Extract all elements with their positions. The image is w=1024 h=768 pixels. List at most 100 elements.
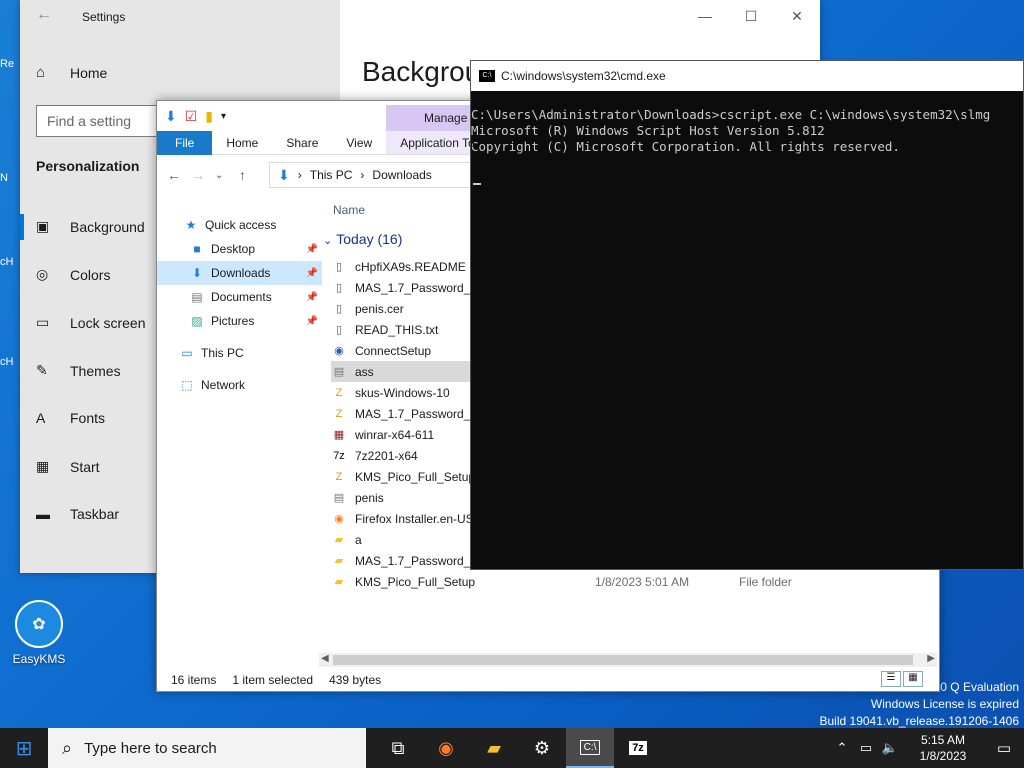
scroll-right-icon[interactable]: ▶ [927,653,935,664]
nav-item-label: Themes [70,362,121,379]
pin-icon: 📌 [305,267,318,279]
desktop-icon-label[interactable]: cH [0,256,20,268]
details-view-icon[interactable]: ☰ [881,671,901,687]
start-button[interactable]: ⊞ [0,728,48,768]
nav-label: Downloads [211,266,271,280]
settings-home-link[interactable]: ⌂ Home [36,64,107,81]
system-tray: ⌃ ▭ 🔈 5:15 AM 1/8/2023 ▭ [830,728,1024,768]
desktop-icon-label[interactable]: N [0,172,20,184]
new-folder-icon[interactable]: ▮ [205,108,213,125]
nav-item-start[interactable]: ▦ Start [36,458,100,475]
nav-item-background[interactable]: ▣ Background [20,214,145,240]
taskbar-7zip[interactable]: 7z [614,728,662,768]
nav-item-colors[interactable]: ◎ Colors [36,266,110,283]
nav-desktop[interactable]: ■ Desktop 📌 [157,237,322,261]
back-arrow-icon[interactable]: ← [36,6,52,24]
tab-home[interactable]: Home [212,131,272,155]
manage-contextual-tab[interactable]: Manage [386,105,476,131]
folder-icon: ▰ [334,555,344,567]
file-name: skus-Windows-10 [355,385,450,400]
network-icon[interactable]: ▭ [854,740,878,756]
window-controls: — ☐ ✕ [682,0,820,32]
taskbar-firefox[interactable]: ◉ [422,728,470,768]
file-name: Firefox Installer.en-US [355,511,474,526]
forward-arrow-icon[interactable]: → [191,167,215,183]
nav-item-fonts[interactable]: A Fonts [36,410,105,426]
file-name: READ_THIS.txt [355,322,439,337]
task-view-button[interactable]: ⧉ [374,728,422,768]
file-row[interactable]: ▰ KMS_Pico_Full_Setup 1/8/2023 5:01 AM File… [331,571,939,592]
console-line: C:\Users\Administrator\Downloads>cscript… [471,107,991,122]
desktop-icon-label[interactable]: cH [0,356,20,368]
certificate-icon: ▯ [335,303,343,315]
taskbar-search-box[interactable]: ⌕ Type here to search [48,728,366,768]
settings-title: Settings [82,10,126,24]
network-icon: ⬚ [181,378,193,392]
horizontal-scrollbar[interactable]: ◀ ▶ [319,653,937,667]
nav-item-themes[interactable]: ✎ Themes [36,362,121,379]
notification-icon[interactable]: ▭ [984,739,1024,757]
scrollbar-thumb[interactable] [333,655,913,665]
close-button[interactable]: ✕ [774,0,820,32]
breadcrumb-item[interactable]: This PC [310,168,353,182]
nav-label: Network [201,378,246,392]
cmd-titlebar[interactable]: C:\ C:\windows\system32\cmd.exe [471,61,1023,91]
up-arrow-icon[interactable]: ↑ [239,167,263,183]
large-icons-view-icon[interactable]: ▦ [903,671,923,687]
image-icon: ▣ [36,218,50,234]
status-selected: 1 item selected [232,673,314,687]
nav-this-pc[interactable]: ▭ This PC [157,341,322,365]
status-bar: 16 items 1 item selected 439 bytes [171,673,397,687]
chevron-down-icon: ⌄ [323,235,333,247]
desktop-icon-label[interactable]: Re [0,58,20,70]
text-file-icon: ▯ [335,282,343,294]
status-item-count: 16 items [171,673,217,687]
taskbar-file-explorer[interactable]: ▰ [470,728,518,768]
file-row[interactable]: ▤ ass [331,361,471,382]
command-prompt-window[interactable]: C:\ C:\windows\system32\cmd.exe C:\Users… [470,60,1024,570]
console-output[interactable]: C:\Users\Administrator\Downloads>cscript… [471,91,1023,155]
nav-quick-access[interactable]: ★ Quick access [157,213,322,237]
group-header[interactable]: ⌄ Today (16) [323,231,402,247]
taskbar-settings[interactable]: ⚙ [518,728,566,768]
nav-network[interactable]: ⬚ Network [157,373,322,397]
download-icon: ⬇ [278,166,290,183]
clock[interactable]: 5:15 AM 1/8/2023 [902,732,984,764]
tab-file[interactable]: File [157,130,213,155]
tab-share[interactable]: Share [272,131,332,155]
nav-item-taskbar[interactable]: ▬ Taskbar [36,506,119,522]
firefox-icon: ◉ [334,513,344,525]
properties-icon[interactable]: ☑ [185,108,198,125]
script-icon: ▤ [333,366,345,378]
scroll-left-icon[interactable]: ◀ [321,653,329,664]
desktop-shortcut-easykms[interactable]: ✿ EasyKMS [8,600,70,666]
nav-item-lock-screen[interactable]: ▭ Lock screen [36,314,145,331]
tab-view[interactable]: View [332,131,386,155]
firefox-icon: ◉ [438,737,454,758]
nav-downloads[interactable]: ⬇ Downloads 📌 [157,261,322,285]
customize-toolbar-icon[interactable]: ▾ [221,111,226,122]
start-icon: ▦ [36,458,50,474]
breadcrumb[interactable]: ⬇ › This PC › Downloads [269,162,489,188]
column-header-name[interactable]: Name [333,203,365,217]
nav-pictures[interactable]: ▨ Pictures 📌 [157,309,322,333]
taskbar-cmd[interactable]: C:\ [566,728,614,768]
breadcrumb-item[interactable]: Downloads [372,168,431,182]
chevron-up-icon[interactable]: ⌃ [830,740,854,756]
maximize-button[interactable]: ☐ [728,0,774,32]
nav-label: Pictures [211,314,255,328]
documents-icon: ▤ [191,290,203,304]
tab-application-tools[interactable]: Application To [386,131,489,155]
setup-icon: ◉ [334,345,344,357]
build-watermark: Build 19041.vb_release.191206-1406 [819,714,1020,728]
nav-documents[interactable]: ▤ Documents 📌 [157,285,322,309]
recent-locations-icon[interactable]: ⌄ [215,170,239,181]
nav-item-label: Fonts [70,410,106,426]
back-arrow-icon[interactable]: ← [167,167,191,183]
cmd-icon: C:\ [479,70,495,82]
license-watermark: Windows License is expired [870,697,1019,711]
volume-muted-icon[interactable]: 🔈 [878,740,902,756]
file-date: 1/8/2023 5:01 AM [595,574,690,589]
status-size: 439 bytes [329,673,382,687]
minimize-button[interactable]: — [682,0,728,32]
